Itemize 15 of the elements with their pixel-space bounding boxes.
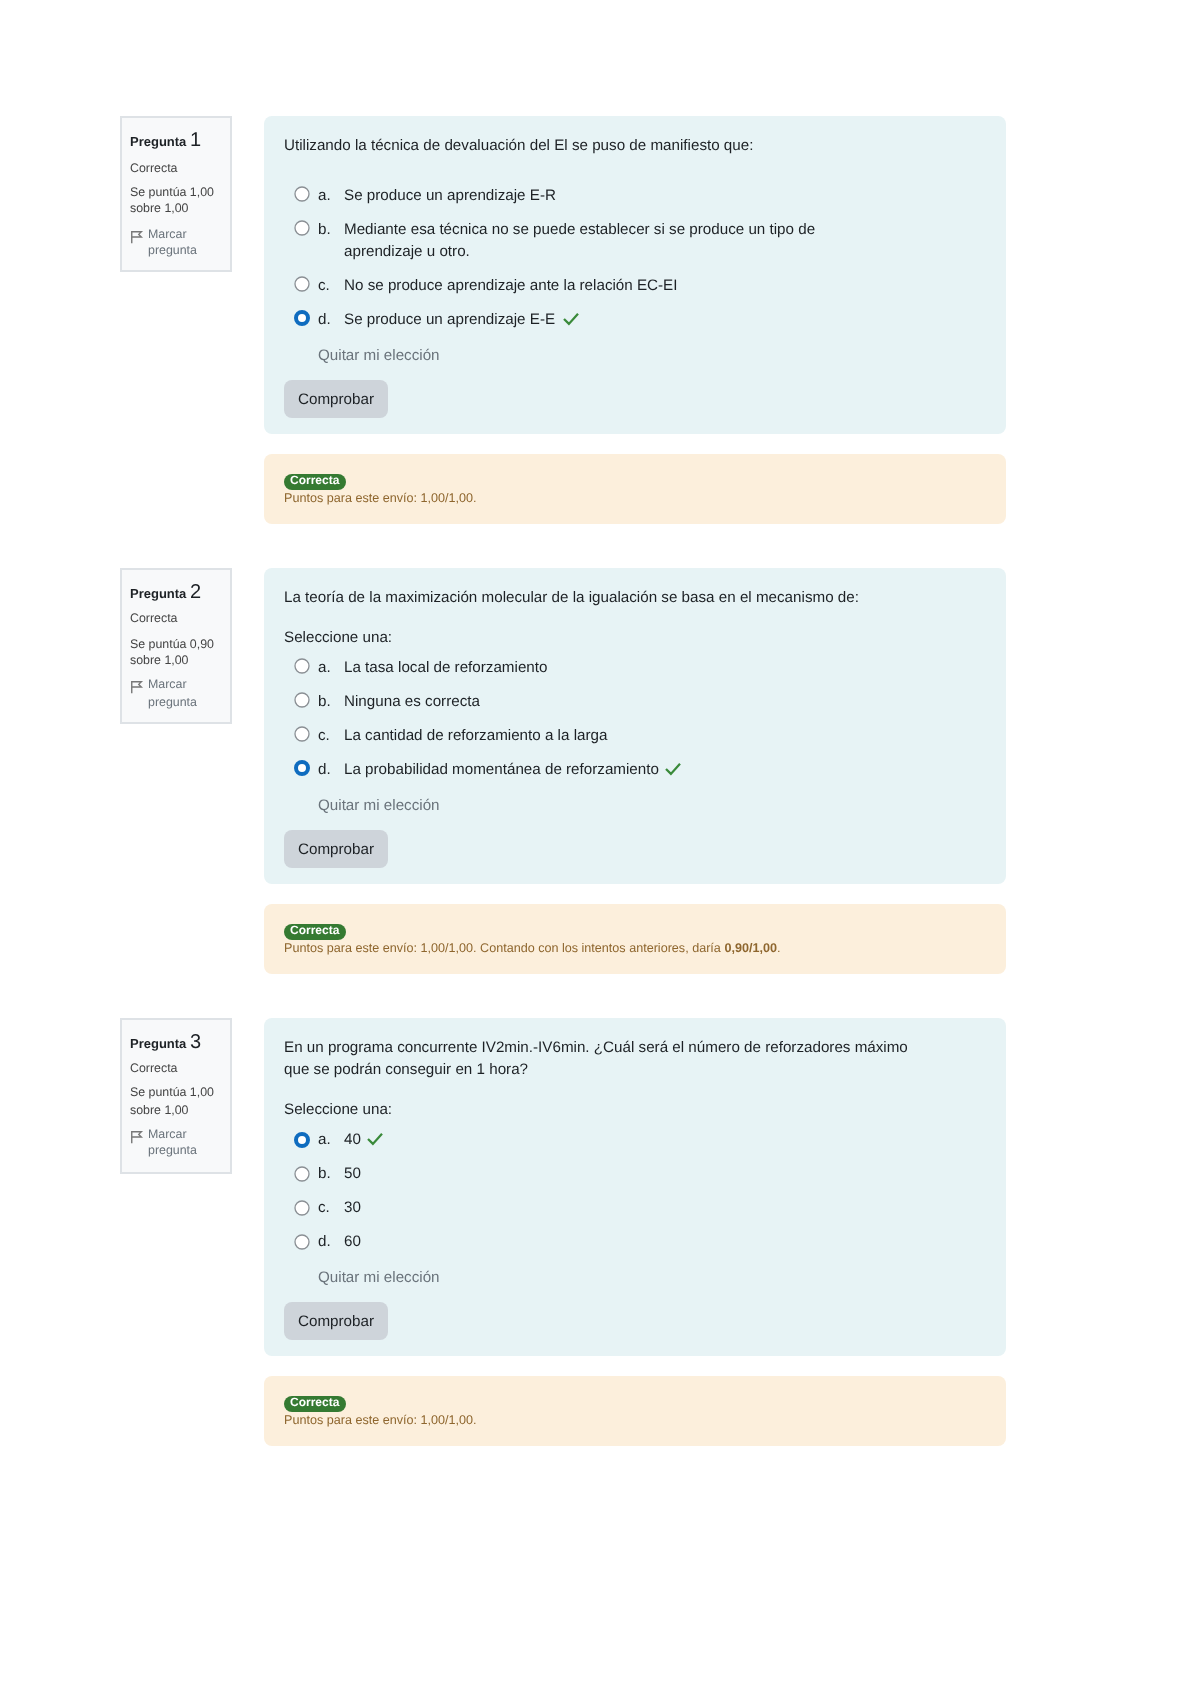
radio-button[interactable] bbox=[294, 726, 310, 743]
radio-button[interactable] bbox=[294, 1165, 310, 1182]
radio-button[interactable] bbox=[294, 1233, 310, 1250]
radio-button[interactable] bbox=[294, 1131, 310, 1148]
flag-icon[interactable] bbox=[130, 680, 144, 695]
radio-button[interactable] bbox=[294, 760, 310, 777]
flag-icon[interactable] bbox=[130, 229, 144, 244]
radio-button[interactable] bbox=[294, 310, 310, 327]
radio-button[interactable] bbox=[294, 276, 310, 293]
radio-button[interactable] bbox=[294, 1199, 310, 1216]
radio-button[interactable] bbox=[294, 186, 310, 203]
radio-button[interactable] bbox=[294, 658, 310, 675]
radio-button[interactable] bbox=[294, 692, 310, 709]
radio-button[interactable] bbox=[294, 220, 310, 237]
flag-icon[interactable] bbox=[130, 1130, 144, 1145]
